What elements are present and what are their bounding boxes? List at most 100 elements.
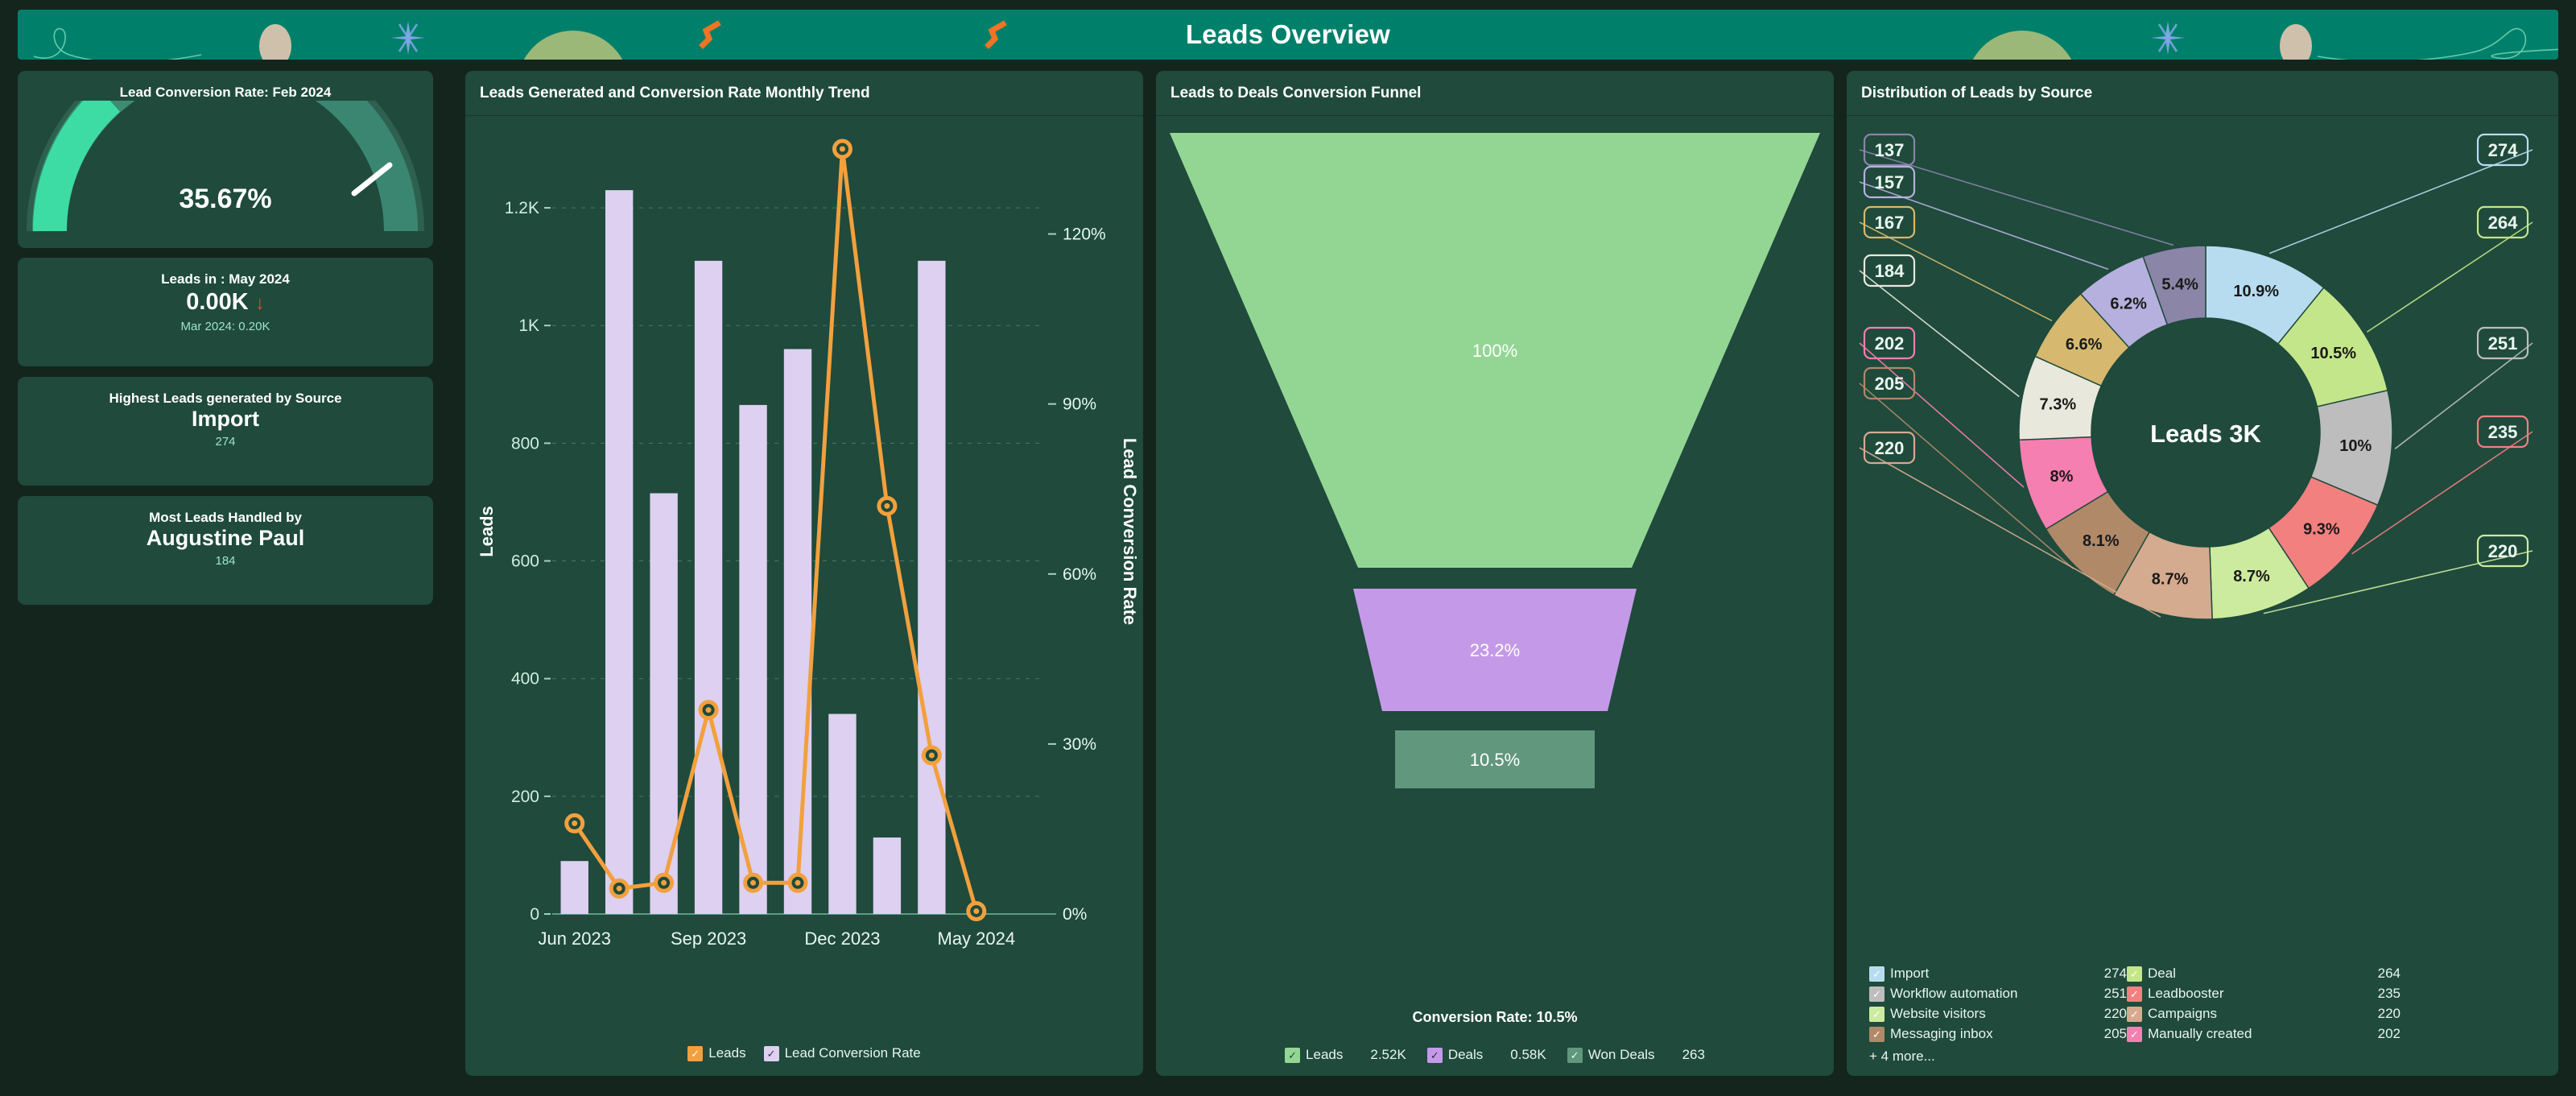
arrow-down-icon: ↓ — [254, 292, 265, 314]
funnel-legend-item-won-deals[interactable]: ✓ Won Deals 263 — [1567, 1047, 1705, 1063]
donut-legend-item-manually-created[interactable]: ✓ Manually created — [2127, 1026, 2328, 1042]
bar-dec-2023[interactable] — [828, 713, 857, 914]
conversion-gauge: 35.67% — [18, 32, 433, 234]
check-icon-funnel-leads: ✓ — [1285, 1047, 1301, 1063]
line-marker[interactable] — [698, 700, 719, 721]
bar-jun-2023[interactable] — [560, 861, 588, 914]
donut-legend-item-import[interactable]: ✓ Import — [1869, 966, 2070, 982]
line-marker[interactable] — [877, 495, 898, 516]
line-marker[interactable] — [609, 878, 630, 899]
donut-slice-pct: 10.9% — [2233, 283, 2279, 300]
line-marker[interactable] — [743, 872, 764, 893]
callout-value: 235 — [2488, 422, 2518, 442]
funnel-legend-label-deals: Deals — [1447, 1047, 1484, 1062]
line-marker[interactable] — [966, 900, 987, 921]
donut-legend-label: Campaigns — [2148, 1006, 2217, 1021]
funnel-legend[interactable]: ✓ Leads 2.52K ✓ Deals 0.58K ✓ Won Deals … — [1156, 1047, 1834, 1063]
callout-value: 264 — [2488, 213, 2518, 233]
leads-by-source-chart[interactable]: 10.9% 10.5% 10% 9.3% 8.7% 8.7% 8.1% 8% 7.3% 6.6% 6… — [1847, 117, 2558, 890]
line-marker[interactable] — [787, 872, 808, 893]
donut-slice-pct: 9.3% — [2303, 520, 2340, 538]
legend-label-conversion-rate: Lead Conversion Rate — [784, 1045, 921, 1061]
xtick-label: Dec 2023 — [804, 928, 880, 949]
ytick-label: 400 — [511, 670, 539, 689]
check-icon-website-visitors: ✓ — [1869, 1006, 1885, 1022]
check-icon-leads: ✓ — [687, 1045, 704, 1061]
donut-legend-item-messaging-inbox[interactable]: ✓ Messaging inbox — [1869, 1026, 2070, 1042]
donut-card-title: Distribution of Leads by Source — [1847, 71, 2558, 116]
check-icon-deal: ✓ — [2127, 966, 2142, 982]
leads-trend-chart[interactable]: 0 200 400 600 800 1K 1.2K 0% 30% 60% 90% 120% Jun 20… — [465, 117, 1143, 1027]
line-marker[interactable] — [654, 872, 675, 893]
legend-label-leads: Leads — [708, 1045, 746, 1061]
source-card-sub: 274 — [215, 435, 236, 449]
line-marker[interactable] — [832, 139, 852, 159]
donut-legend-label: Manually created — [2148, 1026, 2252, 1041]
check-icon-manually-created: ✓ — [2127, 1026, 2142, 1042]
y2tick-label: 0% — [1063, 905, 1087, 924]
donut-legend-label: Workflow automation — [1890, 986, 2018, 1001]
handler-card-title: Most Leads Handled by — [149, 510, 302, 525]
line-marker[interactable] — [564, 813, 585, 833]
funnel-stage-pct: 10.5% — [1470, 750, 1520, 770]
gauge-value: 35.67% — [179, 184, 272, 214]
donut-legend-item-deal[interactable]: ✓ Deal — [2127, 966, 2328, 982]
line-marker[interactable] — [921, 745, 942, 766]
donut-legend-value: 220 — [2377, 1006, 2401, 1021]
donut-legend-item-website-visitors[interactable]: ✓ Website visitors — [1869, 1006, 2070, 1022]
ytick-label: 1.2K — [505, 199, 539, 217]
donut-slice-pct: 8% — [2050, 468, 2073, 486]
lead-conversion-rate-card: Lead Conversion Rate: Feb 2024 35.67% — [18, 32, 433, 248]
check-icon-funnel-won: ✓ — [1567, 1047, 1583, 1063]
donut-legend-item-campaigns[interactable]: ✓ Campaigns — [2127, 1006, 2328, 1022]
conversion-funnel-chart[interactable]: 100% 23.2% 10.5% — [1156, 117, 1834, 946]
ytick-label: 200 — [511, 788, 539, 806]
donut-legend-value: 251 — [2103, 986, 2127, 1001]
donut-legend-value: 202 — [2377, 1026, 2401, 1041]
check-icon-funnel-deals: ✓ — [1426, 1047, 1443, 1063]
y2tick-label: 120% — [1063, 225, 1106, 244]
bar-jan-2024[interactable] — [873, 838, 902, 914]
funnel-legend-item-deals[interactable]: ✓ Deals 0.58K — [1426, 1047, 1567, 1063]
bar-jul-2023[interactable] — [605, 190, 634, 915]
leads-card-title: Leads in : May 2024 — [161, 271, 290, 287]
y2tick-label: 90% — [1063, 395, 1096, 414]
donut-slice-pct: 5.4% — [2161, 276, 2198, 294]
funnel-legend-value-deals: 0.58K — [1510, 1047, 1546, 1062]
donut-slice-pct: 10% — [2339, 437, 2372, 455]
funnel-conversion-rate: Conversion Rate: 10.5% — [1412, 1009, 1578, 1025]
bar-nov-2023[interactable] — [783, 349, 812, 914]
bar-sep-2023[interactable] — [694, 260, 723, 914]
conversion-rate-line[interactable] — [572, 147, 979, 912]
donut-legend[interactable]: ✓ Import 274 ✓ Deal 264 ✓ Workflow automation 25… — [1869, 966, 2536, 1065]
donut-slice-pct: 6.6% — [2066, 336, 2103, 354]
trend-legend[interactable]: ✓ Leads ✓ Lead Conversion Rate — [465, 1045, 1143, 1061]
donut-legend-label: Messaging inbox — [1890, 1026, 1993, 1041]
legend-item-conversion-rate[interactable]: ✓ Lead Conversion Rate — [763, 1045, 921, 1061]
callout-leader — [1859, 342, 2025, 488]
donut-legend-item-leadbooster[interactable]: ✓ Leadbooster — [2127, 986, 2328, 1002]
leads-by-source-card: Distribution of Leads by Source 10.9% 10.… — [1847, 71, 2558, 1076]
donut-legend-more-link[interactable]: + 4 more... — [1869, 1046, 2401, 1065]
check-icon-leadbooster: ✓ — [2127, 986, 2142, 1002]
check-icon-messaging-inbox: ✓ — [1869, 1026, 1885, 1042]
callout-value: 220 — [2488, 541, 2518, 561]
ytick-label: 0 — [530, 905, 539, 924]
legend-item-leads[interactable]: ✓ Leads — [687, 1045, 746, 1061]
callout-value: 184 — [1875, 261, 1905, 281]
source-card-title: Highest Leads generated by Source — [109, 391, 342, 406]
trend-card-title: Leads Generated and Conversion Rate Mont… — [465, 71, 1143, 116]
donut-legend-value: 205 — [2103, 1026, 2127, 1041]
check-icon-workflow-automation: ✓ — [1869, 986, 1885, 1002]
highest-leads-source-card: Highest Leads generated by Source Import… — [18, 377, 433, 486]
funnel-legend-value-won-deals: 263 — [1682, 1047, 1705, 1062]
y2tick-label: 30% — [1063, 735, 1096, 754]
funnel-legend-item-leads[interactable]: ✓ Leads 2.52K — [1285, 1047, 1427, 1063]
bar-feb-2024[interactable] — [918, 260, 946, 914]
donut-legend-label: Leadbooster — [2148, 986, 2224, 1001]
donut-center-label: Leads 3K — [2150, 420, 2261, 448]
donut-legend-item-workflow-automation[interactable]: ✓ Workflow automation — [1869, 986, 2070, 1002]
app-header: Leads Overview — [18, 10, 2558, 60]
callout-value: 202 — [1875, 333, 1905, 354]
xtick-label: Sep 2023 — [671, 928, 746, 949]
